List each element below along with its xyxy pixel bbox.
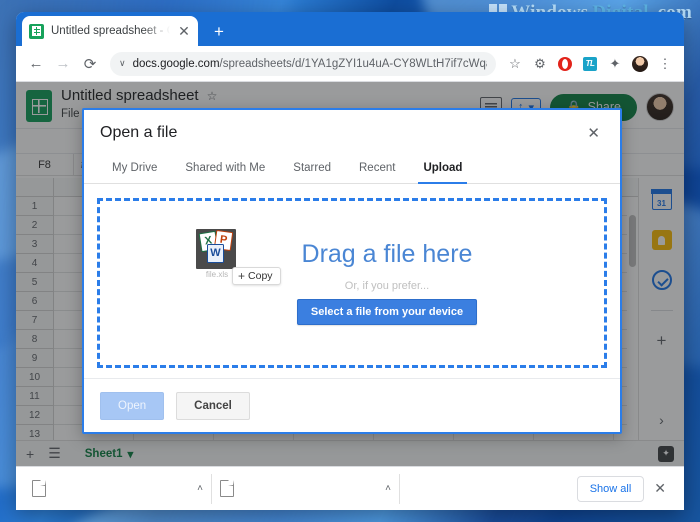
open-a-file-dialog: Open a file ✕ My Drive Shared with Me St… bbox=[82, 108, 622, 434]
browser-tab-strip: Untitled spreadsheet - Google Sh ✕ + bbox=[16, 12, 684, 46]
chevron-up-icon[interactable]: ˄ bbox=[197, 483, 203, 494]
select-file-button[interactable]: Select a file from your device bbox=[296, 298, 478, 325]
url-path: /spreadsheets/d/1YA1gZYI1u4uA-CY8WLtH7if… bbox=[219, 57, 487, 70]
show-all-downloads-button[interactable]: Show all bbox=[576, 475, 645, 502]
drag-ghost-file[interactable]: X P W file.xls + Copy bbox=[196, 229, 306, 291]
reload-button[interactable]: ⟳ bbox=[78, 52, 102, 76]
downloads-bar: ˄ ˄ Show all ✕ bbox=[16, 466, 684, 510]
word-tile-icon: W bbox=[207, 244, 224, 263]
address-bar-url: docs.google.com/spreadsheets/d/1YA1gZYI1… bbox=[133, 58, 487, 70]
open-button[interactable]: Open bbox=[100, 391, 165, 420]
chrome-browser-window: Untitled spreadsheet - Google Sh ✕ + ← →… bbox=[16, 12, 684, 510]
plus-icon: + bbox=[238, 269, 246, 283]
download-item[interactable]: ˄ bbox=[212, 473, 400, 504]
copy-action-chip: + Copy bbox=[232, 267, 281, 285]
tab-recent[interactable]: Recent bbox=[345, 156, 409, 183]
dialog-title: Open a file bbox=[100, 124, 178, 141]
google-sheets-favicon bbox=[29, 23, 44, 39]
tab-close-icon[interactable]: ✕ bbox=[177, 24, 191, 38]
dialog-tabs: My Drive Shared with Me Starred Recent U… bbox=[84, 156, 620, 184]
tab-shared-with-me[interactable]: Shared with Me bbox=[171, 156, 279, 183]
browser-tab[interactable]: Untitled spreadsheet - Google Sh ✕ bbox=[22, 16, 198, 46]
close-downloads-bar-icon[interactable]: ✕ bbox=[644, 476, 676, 501]
file-icon bbox=[32, 479, 47, 497]
file-icon bbox=[220, 479, 235, 497]
dropzone-subtext: Or, if you prefer... bbox=[344, 279, 430, 292]
bookmark-star-icon[interactable]: ☆ bbox=[504, 53, 526, 75]
profile-avatar[interactable] bbox=[629, 53, 651, 75]
dialog-header: Open a file ✕ bbox=[84, 110, 620, 143]
address-bar[interactable]: ∨ docs.google.com/spreadsheets/d/1YA1gZY… bbox=[110, 51, 496, 76]
browser-tab-title: Untitled spreadsheet - Google Sh bbox=[51, 25, 170, 37]
cancel-button[interactable]: Cancel bbox=[176, 391, 250, 420]
gear-icon[interactable]: ⚙ bbox=[529, 53, 551, 75]
chevron-down-icon[interactable]: ∨ bbox=[119, 58, 126, 69]
back-button[interactable]: ← bbox=[24, 52, 48, 76]
file-dropzone[interactable]: Drag a file here Or, if you prefer... Se… bbox=[97, 198, 607, 368]
tab-upload[interactable]: Upload bbox=[409, 156, 476, 184]
extensions-puzzle-icon[interactable]: ✦ bbox=[604, 53, 626, 75]
close-icon[interactable]: ✕ bbox=[583, 124, 604, 143]
dropzone-text: Drag a file here Or, if you prefer... Se… bbox=[296, 240, 478, 325]
url-host: docs.google.com bbox=[132, 57, 220, 70]
forward-button[interactable]: → bbox=[51, 52, 75, 76]
opera-extension-icon[interactable] bbox=[554, 53, 576, 75]
browser-toolbar: ← → ⟳ ∨ docs.google.com/spreadsheets/d/1… bbox=[16, 46, 684, 82]
dropzone-inner: Drag a file here Or, if you prefer... Se… bbox=[100, 201, 604, 365]
chevron-up-icon[interactable]: ˄ bbox=[385, 483, 391, 494]
copy-label: Copy bbox=[248, 270, 273, 282]
dialog-footer: Open Cancel bbox=[84, 378, 620, 432]
new-tab-button[interactable]: + bbox=[206, 18, 232, 44]
download-item[interactable]: ˄ bbox=[24, 473, 212, 504]
tl-extension-icon[interactable]: TL bbox=[579, 53, 601, 75]
tab-starred[interactable]: Starred bbox=[279, 156, 345, 183]
office-file-icon: X P W bbox=[196, 229, 236, 269]
tab-my-drive[interactable]: My Drive bbox=[98, 156, 171, 183]
browser-menu-icon[interactable]: ⋮ bbox=[654, 53, 676, 75]
dropzone-heading: Drag a file here bbox=[301, 240, 473, 269]
